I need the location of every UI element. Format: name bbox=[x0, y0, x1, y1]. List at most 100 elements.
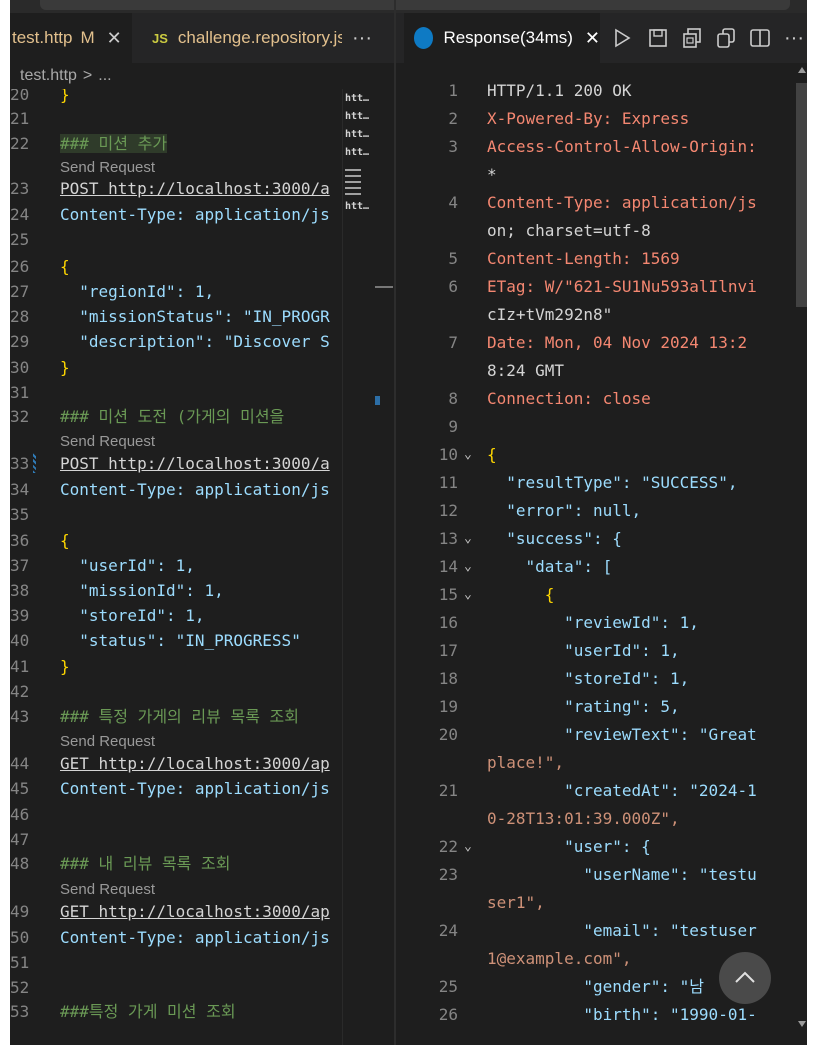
copy-icon[interactable] bbox=[714, 26, 738, 50]
close-icon[interactable]: ✕ bbox=[107, 28, 122, 49]
code-line: 21 bbox=[10, 109, 30, 128]
response-line: 8 Connection: close bbox=[448, 389, 651, 408]
http-editor[interactable]: 20} 21 22 ### 미션 추가 Send Request 23 POST h… bbox=[10, 89, 394, 1045]
send-request-link[interactable]: Send Request bbox=[60, 732, 155, 752]
minimap-line bbox=[345, 181, 361, 183]
response-line: 10 ⌄{ bbox=[396, 441, 776, 469]
chevron-down-icon[interactable]: ⌄ bbox=[464, 833, 472, 861]
close-icon[interactable]: ✕ bbox=[585, 28, 600, 49]
js-file-icon: JS bbox=[152, 30, 168, 46]
minimap-text: htt… bbox=[345, 129, 370, 140]
code-line: 22 ### 미션 추가 bbox=[10, 134, 168, 153]
minimap-line bbox=[345, 169, 361, 171]
code-line: 33 POST http://localhost:3000/a bbox=[10, 454, 330, 473]
breadcrumb-file[interactable]: test.http bbox=[20, 67, 77, 85]
response-line: 13 ⌄ "success": { bbox=[396, 525, 776, 553]
run-icon[interactable] bbox=[610, 26, 634, 50]
minimap-line bbox=[345, 193, 361, 195]
more-icon[interactable]: ··· bbox=[784, 13, 804, 63]
title-strip bbox=[10, 0, 807, 13]
send-request-link[interactable]: Send Request bbox=[60, 158, 155, 178]
response-scrollbar-thumb[interactable] bbox=[796, 83, 807, 307]
chevron-down-icon[interactable]: ⌄ bbox=[464, 553, 472, 581]
scrollbar-cursor-marker bbox=[375, 286, 393, 288]
breadcrumb: test.http > ... bbox=[10, 63, 394, 89]
code-line: 30} bbox=[10, 358, 70, 377]
code-line: 48 ### 내 리뷰 목록 조회 bbox=[10, 854, 231, 873]
code-line: 36{ bbox=[10, 531, 70, 550]
send-request-link[interactable]: Send Request bbox=[60, 432, 155, 452]
left-tab-bar: test.http M ✕ JS challenge.repository.js… bbox=[10, 13, 394, 63]
split-editor-icon[interactable] bbox=[748, 26, 772, 50]
response-line: 26 "birth": "1990-01- bbox=[438, 1005, 757, 1024]
code-line: 43 ### 특정 가게의 리뷰 목록 조회 bbox=[10, 707, 299, 726]
response-view[interactable]: 1 HTTP/1.1 200 OK 2 X-Powered-By: Express … bbox=[396, 63, 807, 1045]
scroll-down-arrow-icon[interactable] bbox=[798, 1021, 806, 1027]
code-line: 32 ### 미션 도전 (가게의 미션을 bbox=[10, 407, 285, 426]
scroll-up-arrow-icon[interactable] bbox=[798, 67, 806, 73]
response-line: on; charset=utf-8 bbox=[487, 221, 651, 240]
minimap-text: htt… bbox=[345, 111, 370, 122]
code-line: 34 Content-Type: application/js bbox=[10, 480, 330, 499]
copy-all-icon[interactable] bbox=[680, 26, 704, 50]
command-center[interactable] bbox=[40, 0, 790, 10]
code-line: 46 bbox=[10, 805, 30, 824]
code-line: 53 ###특정 가게 미션 조회 bbox=[10, 1002, 236, 1021]
response-line: 17 "userId": 1, bbox=[438, 641, 680, 660]
scrollbar-change-marker bbox=[375, 396, 380, 405]
response-line: 23 "userName": "testu bbox=[438, 865, 757, 884]
code-line: 27 "regionId": 1, bbox=[10, 282, 215, 301]
tab-label: test.http bbox=[12, 28, 73, 47]
code-line: 23 POST http://localhost:3000/a bbox=[10, 179, 330, 198]
response-line: 0-28T13:01:39.000Z", bbox=[487, 809, 680, 828]
code-line: 24 Content-Type: application/js bbox=[10, 205, 330, 224]
minimap-text: htt… bbox=[345, 147, 370, 158]
response-line: 20 "reviewText": "Great bbox=[438, 725, 757, 744]
tab-test-http[interactable]: test.http M ✕ bbox=[10, 13, 132, 63]
code-line: 50 Content-Type: application/js bbox=[10, 928, 330, 947]
code-line: 45 Content-Type: application/js bbox=[10, 779, 330, 798]
response-icon bbox=[414, 27, 434, 49]
code-line: 25 bbox=[10, 230, 30, 249]
breadcrumb-separator: > bbox=[82, 67, 93, 84]
chevron-down-icon[interactable]: ⌄ bbox=[464, 581, 472, 609]
code-line: 42 bbox=[10, 682, 30, 701]
save-icon[interactable] bbox=[646, 26, 670, 50]
response-line: 7 Date: Mon, 04 Nov 2024 13:2 bbox=[448, 333, 748, 352]
code-line: 28 "missionStatus": "IN_PROGR bbox=[10, 307, 330, 326]
scroll-to-top-icon[interactable] bbox=[719, 952, 771, 1004]
chevron-down-icon[interactable]: ⌄ bbox=[464, 525, 472, 553]
response-line: 4 Content-Type: application/js bbox=[448, 193, 757, 212]
chevron-down-icon[interactable]: ⌄ bbox=[464, 441, 472, 469]
code-line: 51 bbox=[10, 953, 30, 972]
more-icon[interactable]: ··· bbox=[352, 13, 372, 63]
minimap-text: htt… bbox=[345, 93, 370, 104]
tab-label: Response(34ms) bbox=[443, 28, 573, 47]
code-line: 44 GET http://localhost:3000/ap bbox=[10, 754, 330, 773]
response-line: 22 ⌄ "user": { bbox=[396, 833, 776, 861]
response-line: 16 "reviewId": 1, bbox=[438, 613, 699, 632]
tab-challenge-repository[interactable]: JS challenge.repository.js bbox=[152, 13, 342, 63]
response-line: ser1", bbox=[487, 893, 545, 912]
code-line: 40 "status": "IN_PROGRESS" bbox=[10, 631, 301, 650]
code-line: 39 "storeId": 1, bbox=[10, 606, 205, 625]
response-line: 5 Content-Length: 1569 bbox=[448, 249, 680, 268]
code-line: 52 bbox=[10, 978, 30, 997]
send-request-link[interactable]: Send Request bbox=[60, 880, 155, 900]
code-line: 35 bbox=[10, 505, 30, 524]
code-line: 47 bbox=[10, 830, 30, 849]
response-line: 11 "resultType": "SUCCESS", bbox=[438, 473, 738, 492]
vscode-window: test.http M ✕ JS challenge.repository.js… bbox=[10, 0, 807, 1045]
breadcrumb-symbols[interactable]: ... bbox=[98, 67, 111, 85]
response-line: 9 bbox=[448, 417, 458, 436]
code-line: 38 "missionId": 1, bbox=[10, 581, 224, 600]
minimap[interactable]: htt… htt… htt… htt… htt… bbox=[342, 89, 381, 1045]
minimap-line bbox=[345, 187, 361, 189]
code-line: 37 "userId": 1, bbox=[10, 556, 195, 575]
response-line: 2 X-Powered-By: Express bbox=[448, 109, 690, 128]
response-line: 21 "createdAt": "2024-1 bbox=[438, 781, 757, 800]
response-line: 8:24 GMT bbox=[487, 361, 565, 380]
right-tab-bar: Response(34ms) ✕ ··· bbox=[396, 13, 807, 63]
tab-response[interactable]: Response(34ms) ✕ bbox=[404, 13, 600, 63]
response-line: * bbox=[487, 165, 497, 184]
